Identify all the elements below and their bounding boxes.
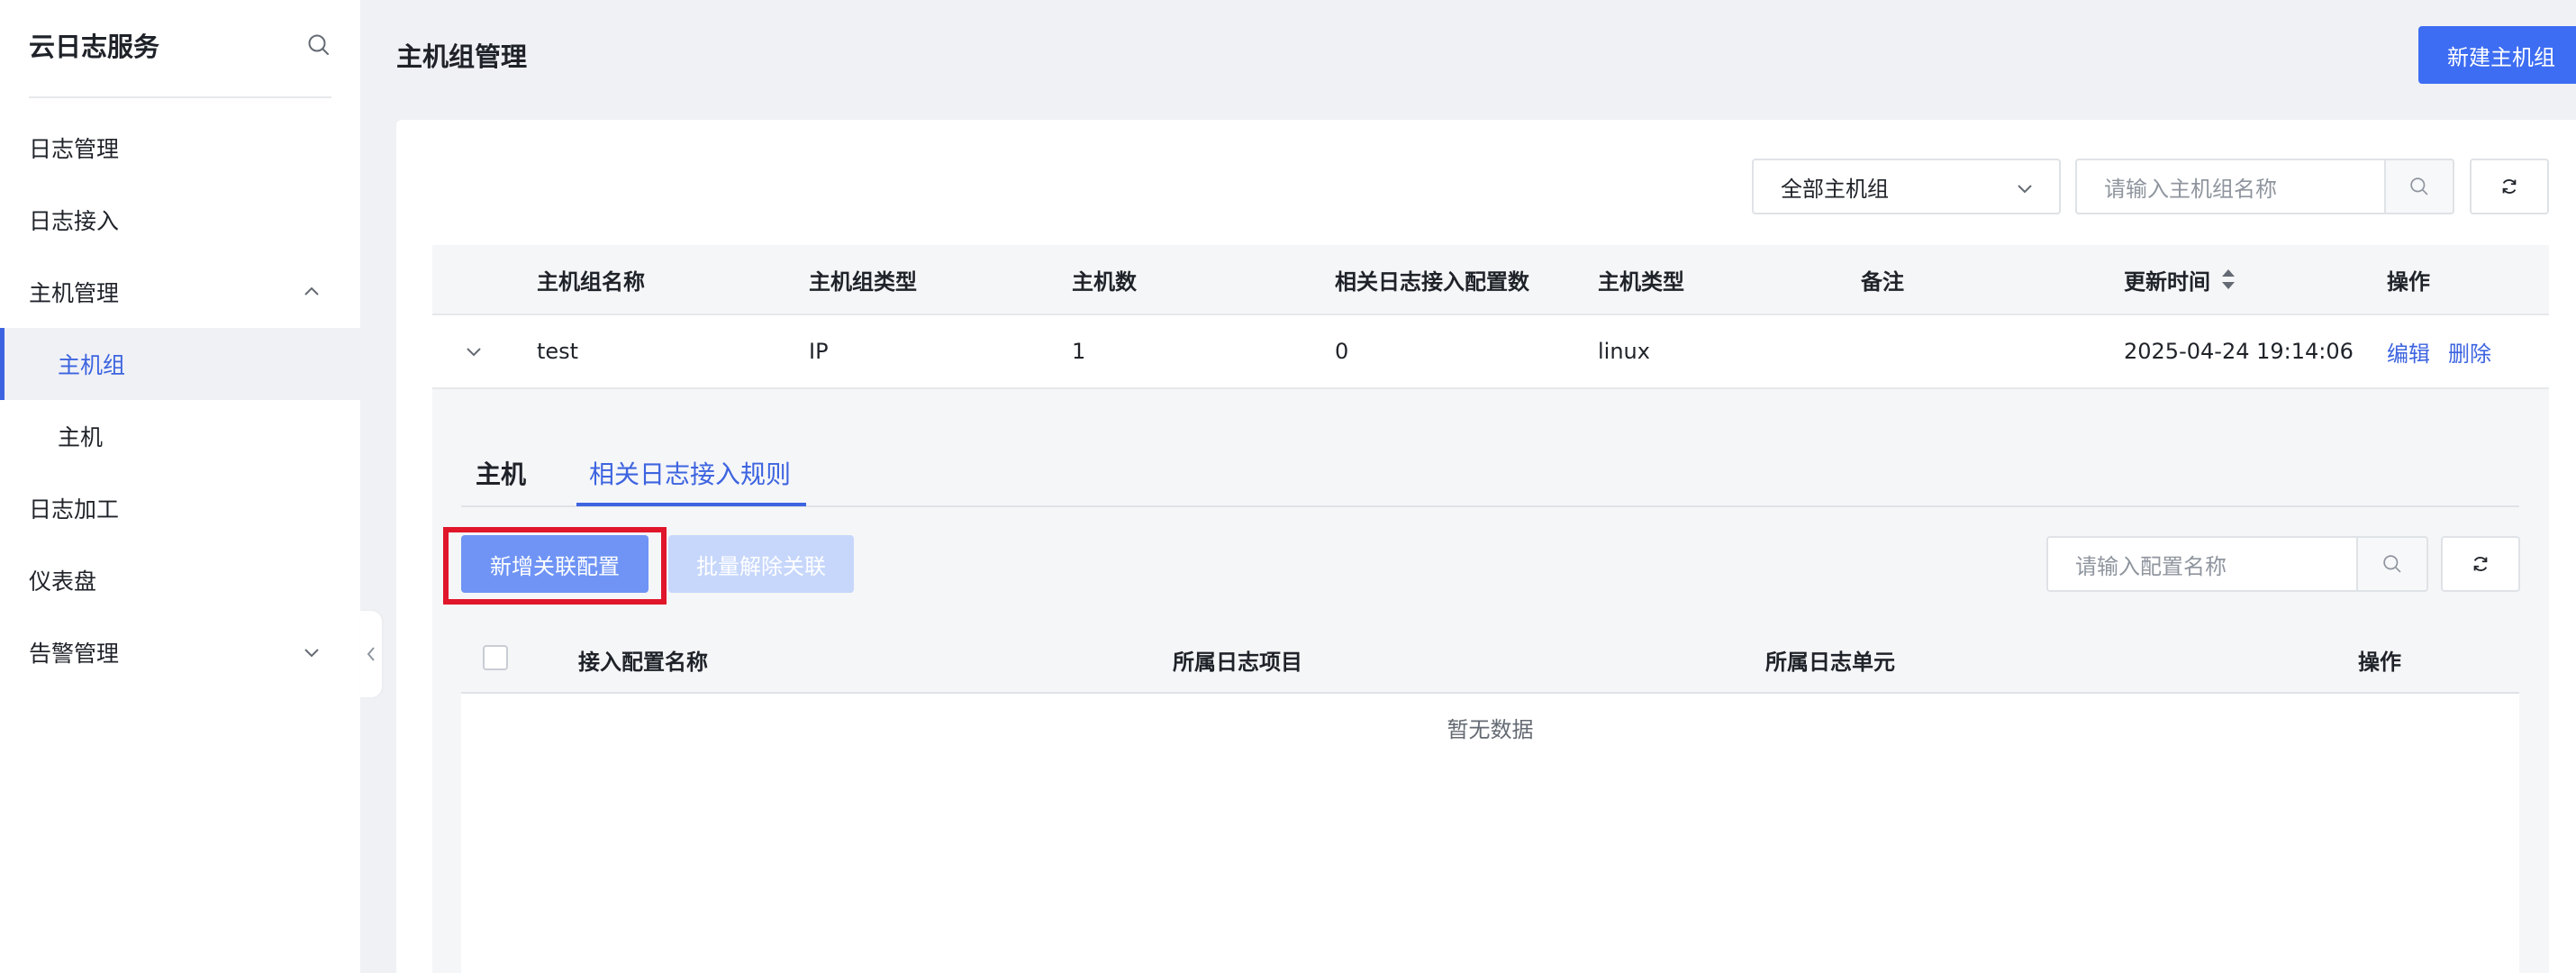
cell-updated: 2025-04-24 19:14:06 — [2124, 339, 2354, 364]
config-table-header: 接入配置名称 所属日志项目 所属日志单元 操作 — [461, 627, 2519, 694]
column-header: 备注 — [1861, 268, 1904, 295]
column-header: 操作 — [2358, 649, 2401, 675]
sidebar-brand: 云日志服务 — [29, 25, 335, 65]
column-header: 主机组类型 — [809, 268, 917, 295]
cell-type: IP — [809, 339, 829, 364]
cell-config-count: 0 — [1335, 339, 1349, 364]
config-search: 请输入配置名称 — [2046, 536, 2428, 592]
new-host-group-button[interactable]: 新建主机组 — [2418, 26, 2576, 84]
sidebar-collapse-handle[interactable] — [360, 611, 382, 697]
sidebar-item-label: 日志加工 — [29, 496, 120, 523]
delete-link[interactable]: 删除 — [2448, 315, 2491, 387]
chevron-left-icon — [367, 647, 375, 661]
column-header: 主机数 — [1072, 268, 1137, 295]
app-root: 云日志服务 日志管理 日志接入 主机管理 主机组 主机 日志加工 仪表盘 告警管… — [0, 0, 2576, 973]
search-icon — [2383, 555, 2401, 573]
column-header-label: 更新时间 — [2124, 268, 2210, 295]
search-button[interactable] — [2384, 159, 2454, 214]
batch-unlink-button[interactable]: 批量解除关联 — [668, 535, 854, 593]
sidebar-item-host-management[interactable]: 主机管理 — [0, 256, 360, 328]
select-value: 全部主机组 — [1781, 176, 1889, 202]
column-header: 相关日志接入配置数 — [1335, 268, 1529, 295]
host-group-search-input[interactable]: 请输入主机组名称 — [2075, 159, 2384, 214]
refresh-icon — [2473, 557, 2488, 571]
column-header: 所属日志单元 — [1765, 649, 1895, 675]
host-group-search: 请输入主机组名称 — [2075, 159, 2454, 214]
sidebar-item-host[interactable]: 主机 — [0, 400, 360, 472]
column-header: 操作 — [2387, 268, 2430, 295]
empty-state-text: 暂无数据 — [1447, 717, 1534, 742]
sort-icon[interactable] — [2219, 266, 2237, 293]
active-tab-indicator — [576, 503, 806, 506]
chevron-down-icon[interactable] — [463, 341, 485, 362]
select-all-checkbox[interactable] — [483, 645, 508, 670]
chevron-down-icon — [304, 649, 319, 658]
sidebar-item-log-management[interactable]: 日志管理 — [0, 112, 360, 184]
column-header: 主机组名称 — [537, 268, 645, 295]
sidebar-item-label: 主机管理 — [29, 280, 120, 306]
column-header: 接入配置名称 — [578, 649, 708, 675]
chevron-up-icon — [304, 286, 319, 296]
cell-host-count: 1 — [1072, 339, 1086, 364]
sidebar-item-log-ingestion[interactable]: 日志接入 — [0, 184, 360, 256]
sidebar-divider — [29, 96, 331, 98]
refresh-button[interactable] — [2441, 536, 2520, 592]
sidebar: 云日志服务 日志管理 日志接入 主机管理 主机组 主机 日志加工 仪表盘 告警管… — [0, 0, 360, 973]
cell-host-type: linux — [1598, 339, 1650, 364]
search-icon — [2410, 177, 2428, 196]
sidebar-item-host-group[interactable]: 主机组 — [0, 328, 360, 400]
column-header: 所属日志项目 — [1173, 649, 1302, 675]
column-header: 主机类型 — [1598, 268, 1684, 295]
host-group-select[interactable]: 全部主机组 — [1752, 159, 2061, 214]
sidebar-item-label: 主机组 — [58, 352, 126, 378]
refresh-icon — [2502, 179, 2517, 194]
chevron-down-icon — [2018, 185, 2032, 194]
sidebar-item-log-processing[interactable]: 日志加工 — [0, 472, 360, 544]
app-title: 云日志服务 — [29, 32, 160, 62]
column-header-updated[interactable]: 更新时间 — [2124, 245, 2237, 314]
sidebar-item-label: 日志管理 — [29, 136, 120, 162]
cell-name: test — [537, 339, 579, 364]
sidebar-item-label: 仪表盘 — [29, 568, 97, 595]
add-association-button[interactable]: 新增关联配置 — [461, 535, 649, 593]
table-row: test IP 1 0 linux 2025-04-24 19:14:06 编辑… — [432, 315, 2549, 389]
host-group-table-header: 主机组名称 主机组类型 主机数 相关日志接入配置数 主机类型 备注 更新时间 操… — [432, 245, 2549, 315]
search-button[interactable] — [2356, 536, 2428, 592]
search-icon[interactable] — [303, 29, 335, 61]
config-table-body: 暂无数据 — [461, 694, 2519, 973]
sidebar-item-alert-management[interactable]: 告警管理 — [0, 616, 360, 688]
sidebar-item-label: 主机 — [58, 424, 104, 450]
refresh-button[interactable] — [2470, 159, 2549, 214]
sidebar-item-label: 日志接入 — [29, 208, 120, 234]
config-search-input[interactable]: 请输入配置名称 — [2046, 536, 2356, 592]
tab-related-rules[interactable]: 相关日志接入规则 — [589, 455, 791, 491]
sidebar-item-dashboard[interactable]: 仪表盘 — [0, 544, 360, 616]
tab-hosts[interactable]: 主机 — [476, 455, 526, 491]
page-title: 主机组管理 — [396, 41, 528, 72]
sidebar-item-label: 告警管理 — [29, 641, 120, 667]
edit-link[interactable]: 编辑 — [2387, 315, 2430, 387]
